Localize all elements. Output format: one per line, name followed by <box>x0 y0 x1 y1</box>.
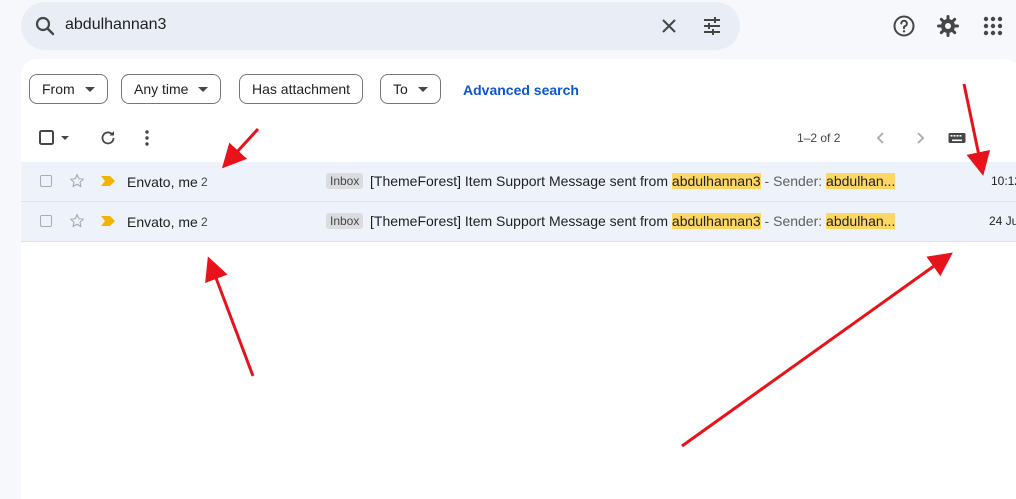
search-highlight: abdulhannan3 <box>671 173 761 189</box>
subject-text: [ThemeForest] Item Support Message sent … <box>370 213 672 229</box>
search-input[interactable]: abdulhannan3 <box>65 16 166 34</box>
search-highlight: abdulhan... <box>826 213 896 229</box>
filter-attachment-chip[interactable]: Has attachment <box>239 74 364 104</box>
snippet-text: - Sender: <box>760 213 827 229</box>
email-subject: [ThemeForest] Item Support Message sent … <box>370 173 896 189</box>
search-bar[interactable]: abdulhannan3 <box>21 2 740 50</box>
sender-name: Envato, me <box>127 214 198 230</box>
select-all-checkbox[interactable] <box>37 128 57 148</box>
chevron-down-icon <box>417 86 428 92</box>
email-row[interactable]: Envato, me 2 Inbox [ThemeForest] Item Su… <box>21 202 1016 242</box>
chevron-left-icon[interactable] <box>871 128 891 148</box>
pager-range: 1–2 of 2 <box>797 131 841 145</box>
thread-count: 2 <box>201 175 208 189</box>
more-vert-icon[interactable] <box>137 128 157 148</box>
chevron-down-icon <box>198 86 209 92</box>
main-panel: From Any time Has attachment To Advanced… <box>21 59 1016 499</box>
star-icon[interactable] <box>68 172 86 190</box>
help-icon[interactable] <box>892 14 916 38</box>
chevron-down-icon <box>84 86 95 92</box>
inbox-label-badge[interactable]: Inbox <box>326 213 364 229</box>
subject-text: [ThemeForest] Item Support Message sent … <box>370 173 672 189</box>
sender-name: Envato, me <box>127 174 198 190</box>
filter-from-chip[interactable]: From <box>29 74 108 104</box>
filter-attachment-label: Has attachment <box>252 81 351 97</box>
inbox-label-badge[interactable]: Inbox <box>326 173 364 189</box>
close-icon[interactable] <box>657 14 681 38</box>
filter-time-chip[interactable]: Any time <box>121 74 222 104</box>
keyboard-icon[interactable] <box>947 128 967 148</box>
search-highlight: abdulhan... <box>826 173 896 189</box>
chevron-down-icon[interactable] <box>59 128 71 148</box>
apps-grid-icon[interactable] <box>981 14 1005 38</box>
star-icon[interactable] <box>68 212 86 230</box>
search-highlight: abdulhannan3 <box>671 213 761 229</box>
chevron-right-icon[interactable] <box>910 128 930 148</box>
important-marker-icon[interactable] <box>101 216 115 226</box>
search-icon[interactable] <box>33 14 57 38</box>
filter-time-label: Any time <box>134 81 189 97</box>
advanced-search-link[interactable]: Advanced search <box>463 82 579 98</box>
important-marker-icon[interactable] <box>101 176 115 186</box>
row-checkbox[interactable] <box>40 215 52 227</box>
gear-icon[interactable] <box>936 14 960 38</box>
filter-to-label: To <box>393 81 408 97</box>
search-options-icon[interactable] <box>700 14 724 38</box>
refresh-icon[interactable] <box>98 128 118 148</box>
email-date: 24 Jul <box>988 214 1016 228</box>
filter-from-label: From <box>42 81 75 97</box>
filter-to-chip[interactable]: To <box>380 74 441 104</box>
email-row[interactable]: Envato, me 2 Inbox [ThemeForest] Item Su… <box>21 162 1016 202</box>
row-checkbox[interactable] <box>40 175 52 187</box>
snippet-text: - Sender: <box>760 173 827 189</box>
email-date: 10:12 <box>990 174 1016 188</box>
email-subject: [ThemeForest] Item Support Message sent … <box>370 213 896 229</box>
thread-count: 2 <box>201 215 208 229</box>
